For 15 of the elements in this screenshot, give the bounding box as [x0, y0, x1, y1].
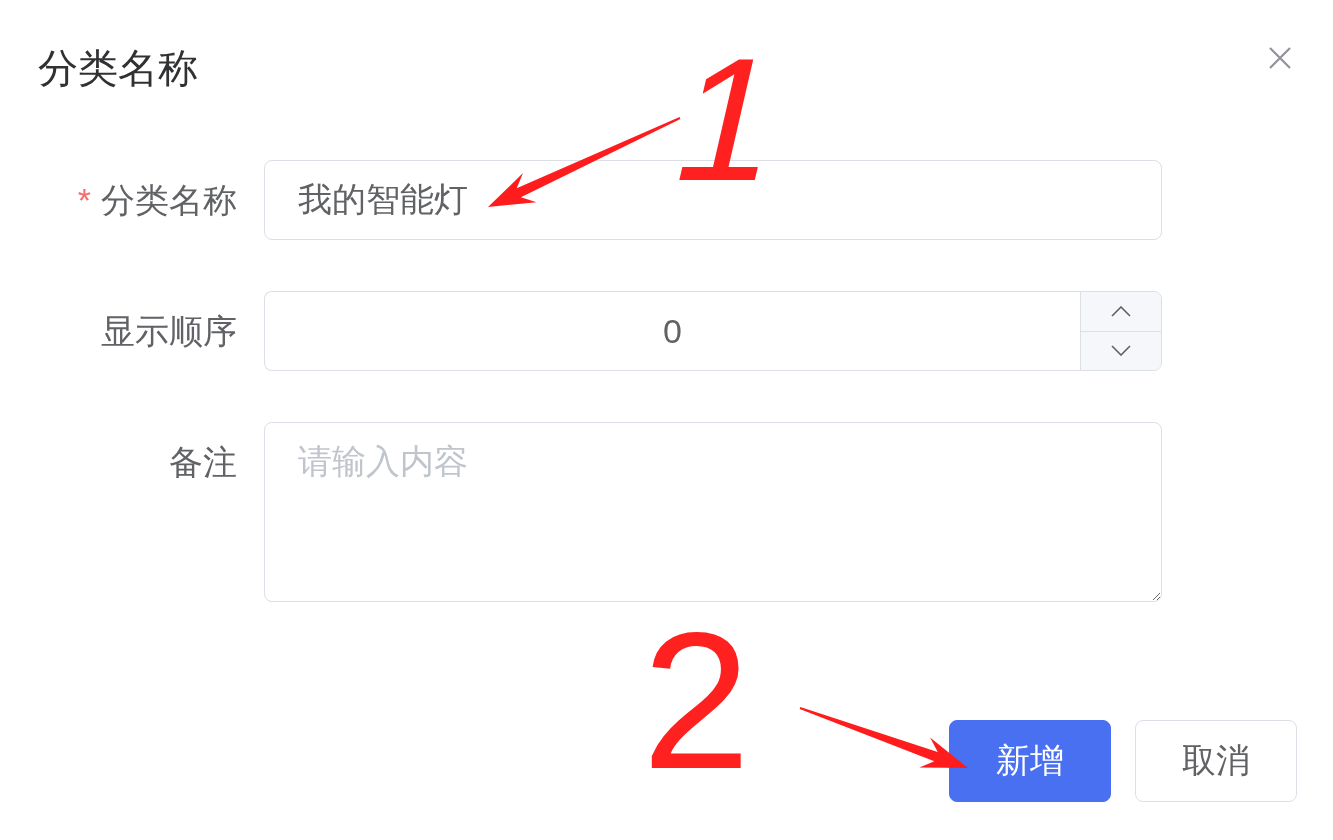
chevron-down-icon — [1111, 345, 1131, 357]
field-label: 分类名称 — [101, 181, 237, 219]
close-icon — [1269, 47, 1291, 69]
textarea-field[interactable]: 请输入内容 — [264, 422, 1162, 602]
dialog-title: 分类名称 — [38, 48, 198, 88]
cancel-button[interactable]: 取消 — [1135, 720, 1297, 802]
number-input[interactable]: 0 — [264, 291, 1080, 371]
field-label: 显示顺序 — [101, 312, 237, 350]
chevron-up-icon — [1111, 305, 1131, 317]
increment-button[interactable] — [1081, 292, 1161, 332]
close-button[interactable] — [1269, 47, 1291, 69]
confirm-button[interactable]: 新增 — [949, 720, 1111, 802]
field-label: 备注 — [169, 443, 237, 481]
required-asterisk: * — [77, 181, 91, 219]
annotation-number: 2 — [642, 625, 751, 775]
